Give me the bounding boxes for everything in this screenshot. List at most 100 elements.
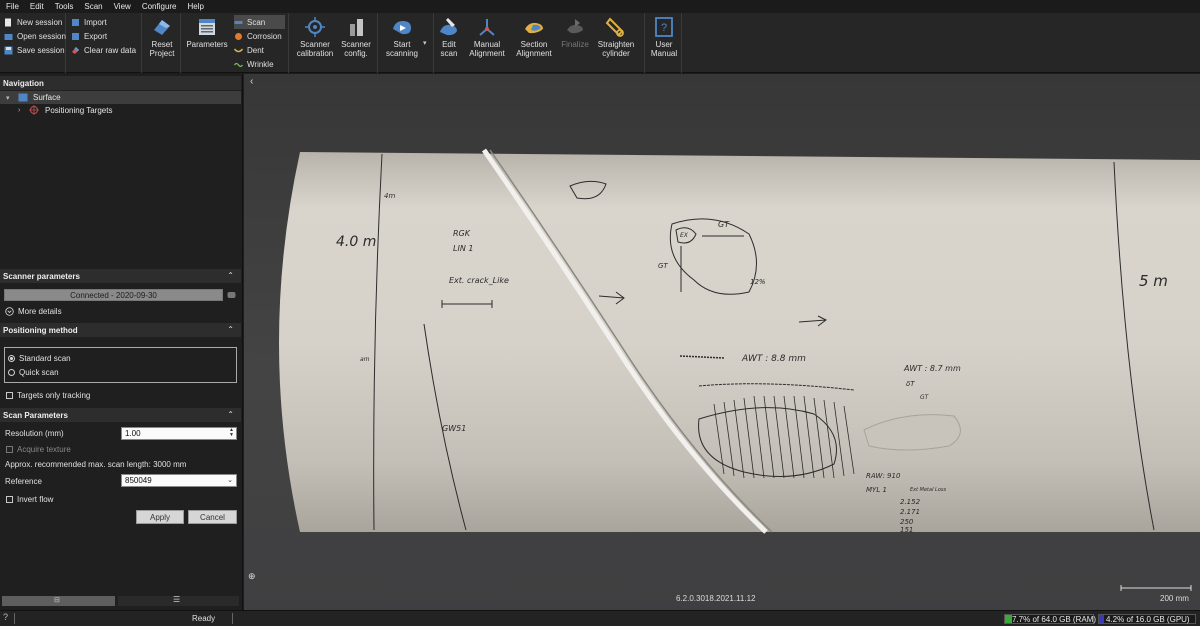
menu-tools[interactable]: Tools xyxy=(55,2,74,11)
positioning-options-box: Standard scan Quick scan xyxy=(4,347,237,383)
parameters-group: Parameters Scan Corrosion Dent Wrinkle xyxy=(182,13,289,73)
marking-ext-metal-loss: Ext Metal Loss xyxy=(910,487,947,493)
collapse-caret-icon[interactable]: ⌃ xyxy=(227,325,234,334)
positioning-method-title: Positioning method xyxy=(3,325,78,335)
user-manual-button[interactable]: ? User Manual xyxy=(649,15,679,71)
gpu-usage-fill xyxy=(1099,615,1104,623)
scan-mode-button[interactable]: Scan xyxy=(234,15,285,29)
acquire-texture-checkbox[interactable] xyxy=(6,446,13,453)
open-session-button[interactable]: Open session xyxy=(4,29,66,43)
clear-raw-data-label: Clear raw data xyxy=(84,45,137,55)
dent-mode-label: Dent xyxy=(247,45,264,55)
targets-only-checkbox[interactable] xyxy=(6,392,13,399)
list-view-icon: ☰ xyxy=(173,595,181,604)
finalize-button[interactable]: Finalize xyxy=(559,15,591,71)
standard-scan-radio[interactable] xyxy=(8,355,15,362)
import-button[interactable]: Import xyxy=(71,15,107,29)
menu-scan[interactable]: Scan xyxy=(84,2,102,11)
export-label: Export xyxy=(84,31,108,41)
scanner-parameters-header[interactable]: Scanner parameters ⌃ xyxy=(0,269,241,283)
marking-delta-t: δT xyxy=(906,380,915,388)
cancel-label: Cancel xyxy=(200,512,225,522)
new-session-button[interactable]: New session xyxy=(4,15,62,29)
bottom-tab-list[interactable]: ☰ xyxy=(118,595,239,606)
spinner-arrows-icon[interactable]: ▲ ▼ xyxy=(229,428,234,438)
scan-mode-icon xyxy=(234,20,243,24)
more-details-toggle[interactable]: More details xyxy=(5,307,62,316)
nav-item-surface[interactable]: ▾ Surface xyxy=(0,91,241,104)
collapse-caret-icon[interactable]: ⌃ xyxy=(227,271,234,280)
scan-parameters-header[interactable]: Scan Parameters ⌃ xyxy=(0,408,241,422)
surface-icon xyxy=(18,93,28,102)
marking-awt-1: AWT : 8.8 mm xyxy=(742,354,806,364)
status-bar: ? Ready 7.7% of 64.0 GB (RAM) 4.2% of 16… xyxy=(0,610,1200,626)
start-scanning-button[interactable]: Start scanning xyxy=(382,15,422,71)
user-manual-icon: ? xyxy=(655,17,673,37)
scanner-config-label-1: Scanner xyxy=(341,40,371,49)
invert-flow-checkbox[interactable] xyxy=(6,496,13,503)
scanner-status-bar: Connected - 2020-09-30 xyxy=(4,289,223,301)
menu-configure[interactable]: Configure xyxy=(142,2,177,11)
expand-arrow-icon[interactable]: ▾ xyxy=(6,94,10,102)
marking-value-3: 250 xyxy=(900,518,914,526)
dent-mode-button[interactable]: Dent xyxy=(234,43,264,57)
help-group: ? User Manual xyxy=(646,13,682,73)
reference-select[interactable]: 850049 ⌄ xyxy=(121,474,237,487)
marking-rgk: RGK xyxy=(453,229,471,238)
marking-5m: 5 m xyxy=(1139,272,1168,290)
chevron-down-icon[interactable]: ⌄ xyxy=(227,476,233,484)
clear-raw-data-button[interactable]: Clear raw data xyxy=(71,43,136,57)
section-alignment-button[interactable]: Section Alignment xyxy=(513,15,555,71)
nav-item-positioning-targets[interactable]: › Positioning Targets xyxy=(0,104,241,117)
export-button[interactable]: Export xyxy=(71,29,107,43)
marking-gt-top: GT xyxy=(718,220,730,229)
manual-alignment-button[interactable]: Manual Alignment xyxy=(466,15,508,71)
menu-help[interactable]: Help xyxy=(188,2,204,11)
collapse-arrow-icon[interactable]: › xyxy=(18,107,20,114)
quick-scan-radio[interactable] xyxy=(8,369,15,376)
nav-item-positioning-targets-label: Positioning Targets xyxy=(45,106,113,115)
resolution-input[interactable]: 1.00 ▲ ▼ xyxy=(121,427,237,440)
user-manual-label-2: Manual xyxy=(650,49,678,58)
section-alignment-label-1: Section xyxy=(520,40,548,49)
marking-gw: GW51 xyxy=(442,424,467,433)
corrosion-mode-label: Corrosion xyxy=(247,31,282,41)
start-scanning-dropdown-icon[interactable]: ▾ xyxy=(423,39,427,47)
nav-item-surface-label: Surface xyxy=(33,93,61,102)
menu-edit[interactable]: Edit xyxy=(30,2,44,11)
3d-viewport[interactable]: ‹ 4.0 m 4m 5 m RGK LIN 1 Ext. crack_Like… xyxy=(244,74,1200,610)
reset-project-button[interactable]: Reset Project xyxy=(147,15,177,71)
axis-orientation-icon[interactable]: ⊕ xyxy=(248,571,256,582)
straighten-cylinder-label-2: cylinder xyxy=(602,49,630,58)
scanner-calibration-button[interactable]: Scanner calibration xyxy=(294,15,336,71)
bottom-tab-tree[interactable]: ⊟ xyxy=(2,596,115,606)
apply-button[interactable]: Apply xyxy=(136,510,184,524)
new-file-icon xyxy=(5,18,11,26)
marking-value-2: 2.171 xyxy=(900,508,921,516)
help-icon[interactable]: ? xyxy=(3,612,8,622)
scanner-config-button[interactable]: Scanner config. xyxy=(338,15,374,71)
scanner-group: Scanner calibration Scanner config. xyxy=(290,13,378,73)
corrosion-mode-button[interactable]: Corrosion xyxy=(234,29,282,43)
cancel-button[interactable]: Cancel xyxy=(188,510,237,524)
apply-label: Apply xyxy=(149,512,170,522)
marking-raw: RAW: 910 xyxy=(866,472,901,480)
section-alignment-icon xyxy=(525,22,543,34)
new-session-label: New session xyxy=(17,17,63,27)
navigation-header: Navigation xyxy=(0,76,241,90)
menu-view[interactable]: View xyxy=(114,2,131,11)
expand-circle-icon xyxy=(5,307,14,316)
menu-file[interactable]: File xyxy=(6,2,19,11)
approx-length-text: Approx. recommended max. scan length: 30… xyxy=(5,460,187,469)
collapse-caret-icon[interactable]: ⌃ xyxy=(227,410,234,419)
edit-scan-button[interactable]: Edit scan xyxy=(437,15,461,71)
navigation-title: Navigation xyxy=(3,78,44,88)
quick-scan-label: Quick scan xyxy=(19,368,59,377)
positioning-method-header[interactable]: Positioning method ⌃ xyxy=(0,323,241,337)
save-session-button[interactable]: Save session xyxy=(4,43,65,57)
corrosion-icon xyxy=(235,32,242,40)
targets-only-label: Targets only tracking xyxy=(17,391,91,400)
straighten-cylinder-button[interactable]: Straighten cylinder xyxy=(595,15,637,71)
parameters-button[interactable]: Parameters xyxy=(185,15,229,71)
wrinkle-mode-button[interactable]: Wrinkle xyxy=(234,57,274,71)
